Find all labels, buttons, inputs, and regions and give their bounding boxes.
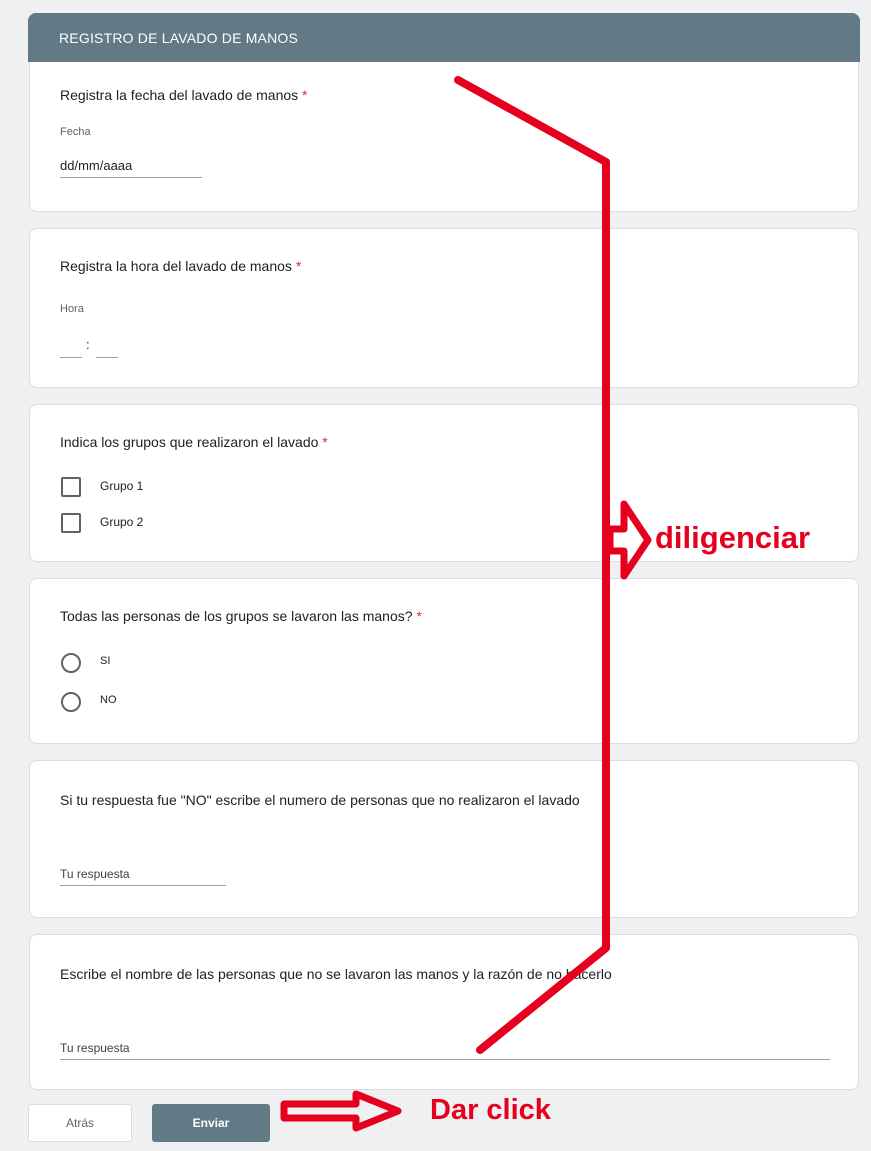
question-label: Si tu respuesta fue "NO" escribe el nume… bbox=[60, 792, 580, 808]
form-header: REGISTRO DE LAVADO DE MANOS bbox=[28, 13, 860, 62]
question-card-numero: Si tu respuesta fue "NO" escribe el nume… bbox=[29, 760, 859, 918]
date-sublabel: Fecha bbox=[60, 126, 91, 138]
date-input[interactable]: dd/mm/aaaa bbox=[60, 158, 202, 178]
radio-button[interactable] bbox=[61, 653, 81, 673]
click-arrow-icon bbox=[280, 1090, 402, 1132]
time-sublabel: Hora bbox=[60, 303, 84, 315]
form-title: REGISTRO DE LAVADO DE MANOS bbox=[59, 30, 299, 46]
question-label: Indica los grupos que realizaron el lava… bbox=[60, 434, 328, 450]
option-label: Grupo 1 bbox=[100, 479, 144, 493]
question-card-todas: Todas las personas de los grupos se lava… bbox=[29, 578, 859, 744]
question-card-nombres: Escribe el nombre de las personas que no… bbox=[29, 934, 859, 1090]
minute-input[interactable] bbox=[96, 343, 118, 358]
hour-input[interactable] bbox=[60, 343, 82, 358]
option-label: NO bbox=[100, 694, 117, 706]
submit-button[interactable]: Enviar bbox=[152, 1104, 270, 1142]
checkbox[interactable] bbox=[61, 477, 81, 497]
question-label: Registra la fecha del lavado de manos * bbox=[60, 87, 308, 103]
radio-button[interactable] bbox=[61, 692, 81, 712]
required-mark: * bbox=[295, 258, 302, 274]
question-label: Escribe el nombre de las personas que no… bbox=[60, 966, 612, 982]
annotation-fill-text: diligenciar bbox=[655, 520, 811, 555]
required-mark: * bbox=[302, 87, 308, 103]
time-separator: : bbox=[86, 337, 90, 352]
question-label: Registra la hora del lavado de manos * bbox=[60, 258, 302, 274]
required-mark: * bbox=[322, 434, 328, 450]
option-label: Grupo 2 bbox=[100, 515, 144, 529]
question-label: Todas las personas de los grupos se lava… bbox=[60, 608, 422, 624]
option-label: SI bbox=[100, 655, 111, 667]
names-input[interactable]: Tu respuesta bbox=[60, 1041, 830, 1060]
annotation-click-text: Dar click bbox=[430, 1094, 551, 1126]
required-mark: * bbox=[416, 608, 422, 624]
question-card-hora: Registra la hora del lavado de manos * H… bbox=[29, 228, 859, 388]
question-card-fecha: Registra la fecha del lavado de manos * … bbox=[29, 62, 859, 212]
back-button[interactable]: Atrás bbox=[28, 1104, 132, 1142]
checkbox[interactable] bbox=[61, 513, 81, 533]
number-input[interactable]: Tu respuesta bbox=[60, 867, 226, 886]
